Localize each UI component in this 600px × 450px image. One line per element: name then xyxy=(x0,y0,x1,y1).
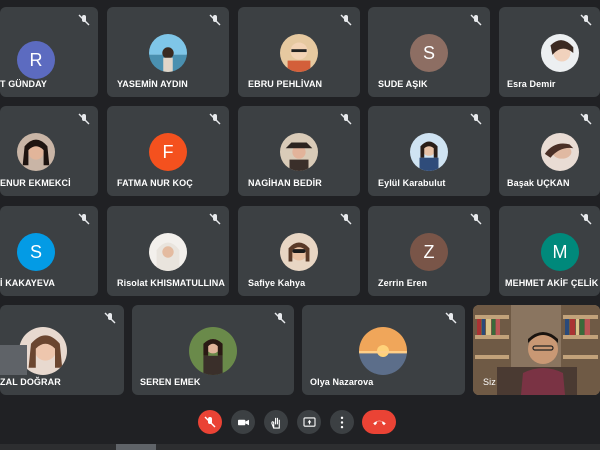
photo-woman-blue-avatar xyxy=(410,133,448,171)
participant-name: Risolat KHISMATULLINA xyxy=(117,278,225,288)
participant-name: Esra Demir xyxy=(507,79,556,89)
mic-off-icon xyxy=(580,113,592,125)
mic-off-icon xyxy=(470,14,482,26)
photo-woman-outdoor-avatar xyxy=(189,327,237,375)
participant-name: MEHMET AKİF ÇELİK xyxy=(505,278,599,288)
mic-off-icon xyxy=(580,213,592,225)
mic-toggle-button[interactable] xyxy=(198,410,222,434)
raise-hand-button[interactable] xyxy=(264,410,288,434)
photo-woman-dark-avatar xyxy=(17,133,55,171)
present-screen-button[interactable] xyxy=(297,410,321,434)
participant-name: İ KAKAYEVA xyxy=(0,278,56,288)
participant-grid: R T GÜNDAY YASEMİN AYDIN EBRU PEHLİVAN S… xyxy=(0,0,600,400)
mic-off-icon xyxy=(78,14,90,26)
photo-woman-sunglasses-avatar xyxy=(280,233,318,271)
camera-off-thumbnail xyxy=(0,345,27,375)
mic-off-icon xyxy=(104,312,116,324)
more-icon xyxy=(340,416,344,428)
mic-off-icon xyxy=(470,213,482,225)
avatar: S xyxy=(410,34,448,72)
mic-off-icon xyxy=(470,113,482,125)
participant-tile[interactable]: Esra Demir xyxy=(499,7,600,97)
photo-sunset-avatar xyxy=(359,327,407,375)
photo-woman-lying-avatar xyxy=(541,133,579,171)
photo-woman-hijab-avatar xyxy=(149,233,187,271)
mic-off-icon xyxy=(340,14,352,26)
participant-tile[interactable]: F FATMA NUR KOÇ xyxy=(107,106,229,196)
participant-tile[interactable]: R T GÜNDAY xyxy=(0,7,98,97)
mic-off-icon xyxy=(209,14,221,26)
mic-off-icon xyxy=(445,312,457,324)
participant-name: Olya Nazarova xyxy=(310,377,374,387)
participant-tile[interactable]: S SUDE AŞIK xyxy=(368,7,490,97)
camera-toggle-button[interactable] xyxy=(231,410,255,434)
taskbar-segment xyxy=(116,444,156,450)
taskbar-strip xyxy=(0,444,600,450)
self-label: Siz xyxy=(483,377,496,387)
mic-off-icon xyxy=(340,213,352,225)
photo-woman-light-avatar xyxy=(541,34,579,72)
raise-hand-icon xyxy=(270,417,280,429)
participant-name: SEREN EMEK xyxy=(140,377,201,387)
more-options-button[interactable] xyxy=(330,410,354,434)
avatar: Z xyxy=(410,233,448,271)
participant-name: Başak UÇKAN xyxy=(507,178,570,188)
participant-name: SUDE AŞIK xyxy=(378,79,428,89)
avatar: F xyxy=(149,133,187,171)
participant-tile[interactable]: SEREN EMEK xyxy=(132,305,294,395)
end-call-icon xyxy=(372,420,386,425)
participant-name: ZAL DOĞRAR xyxy=(0,377,61,387)
participant-tile[interactable]: Eylül Karabulut xyxy=(368,106,490,196)
participant-tile[interactable]: M MEHMET AKİF ÇELİK xyxy=(499,206,600,296)
mic-off-icon xyxy=(209,113,221,125)
participant-tile[interactable]: EBRU PEHLİVAN xyxy=(238,7,360,97)
participant-tile[interactable]: NAGİHAN BEDİR xyxy=(238,106,360,196)
participant-tile[interactable]: Başak UÇKAN xyxy=(499,106,600,196)
participant-name: T GÜNDAY xyxy=(0,79,47,89)
mic-off-icon xyxy=(340,113,352,125)
self-video-tile[interactable]: Siz xyxy=(473,305,600,395)
participant-tile[interactable]: Risolat KHISMATULLINA xyxy=(107,206,229,296)
participant-name: YASEMİN AYDIN xyxy=(117,79,188,89)
mic-off-icon xyxy=(274,312,286,324)
participant-name: ENUR EKMEKCİ xyxy=(0,178,71,188)
participant-tile[interactable]: ZAL DOĞRAR xyxy=(0,305,124,395)
mic-off-icon xyxy=(580,14,592,26)
participant-tile[interactable]: S İ KAKAYEVA xyxy=(0,206,98,296)
participant-tile[interactable]: ENUR EKMEKCİ xyxy=(0,106,98,196)
participant-name: NAGİHAN BEDİR xyxy=(248,178,322,188)
present-icon xyxy=(302,416,316,427)
photo-woman-hat-avatar xyxy=(280,133,318,171)
mic-off-icon xyxy=(78,213,90,225)
avatar: R xyxy=(17,41,55,79)
participant-tile[interactable]: YASEMİN AYDIN xyxy=(107,7,229,97)
photo-beach-avatar xyxy=(149,34,187,72)
participant-name: Eylül Karabulut xyxy=(378,178,446,188)
participant-name: EBRU PEHLİVAN xyxy=(248,79,323,89)
participant-name: Safiye Kahya xyxy=(248,278,306,288)
participant-name: Zerrin Eren xyxy=(378,278,428,288)
mic-off-icon xyxy=(209,213,221,225)
camera-icon xyxy=(237,419,249,425)
participant-tile[interactable]: Safiye Kahya xyxy=(238,206,360,296)
mic-off-icon xyxy=(78,113,90,125)
end-call-button[interactable] xyxy=(362,410,396,434)
participant-tile[interactable]: Z Zerrin Eren xyxy=(368,206,490,296)
avatar: M xyxy=(541,233,579,271)
participant-name: FATMA NUR KOÇ xyxy=(117,178,193,188)
avatar: S xyxy=(17,233,55,271)
photo-girl-glasses-avatar xyxy=(280,34,318,72)
mic-off-icon xyxy=(204,416,216,428)
participant-tile[interactable]: Olya Nazarova xyxy=(302,305,465,395)
